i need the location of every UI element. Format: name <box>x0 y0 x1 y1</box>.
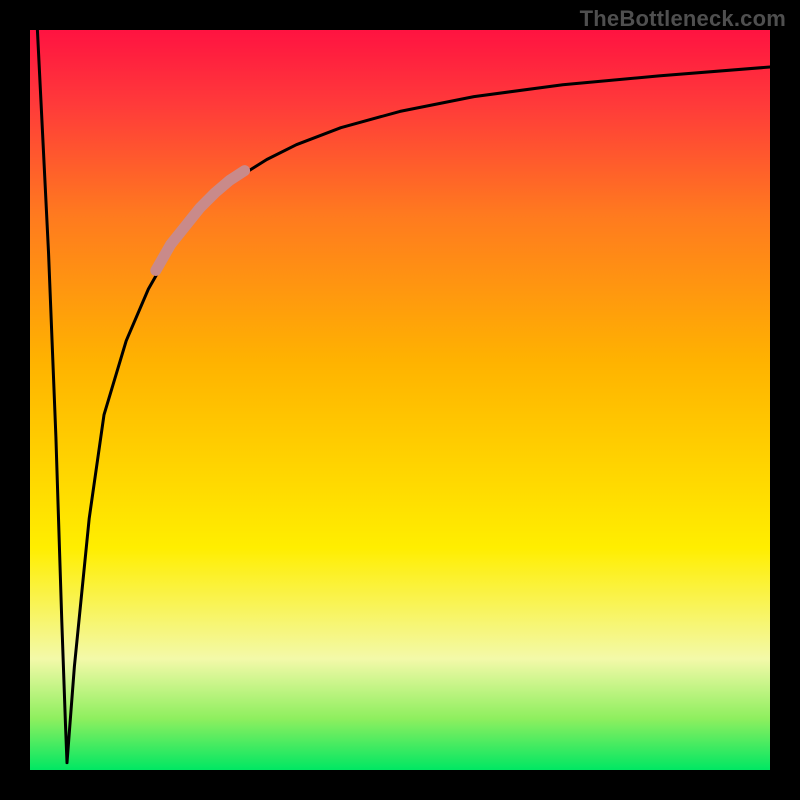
chart-root: TheBottleneck.com <box>0 0 800 800</box>
chart-svg <box>30 30 770 770</box>
gradient-background <box>30 30 770 770</box>
plot-area <box>30 30 770 770</box>
watermark-text: TheBottleneck.com <box>580 6 786 32</box>
